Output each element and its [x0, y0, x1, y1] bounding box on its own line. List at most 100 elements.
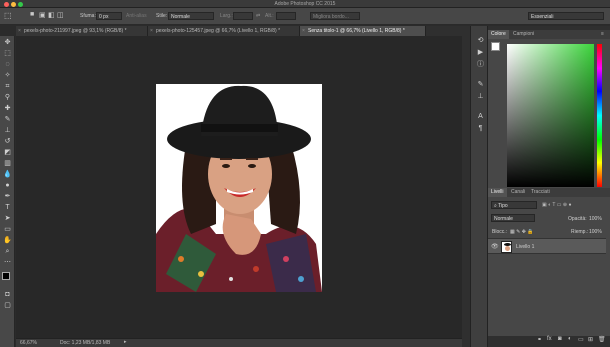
- magic-wand-tool-icon[interactable]: ✧: [3, 71, 12, 80]
- tab-colore[interactable]: Colore: [488, 30, 509, 39]
- new-selection-icon[interactable]: ■: [30, 11, 34, 18]
- hand-tool-icon[interactable]: ✋: [3, 236, 12, 245]
- status-bar: 66,67% Doc: 1,23 MB/1,83 MB ▸: [16, 338, 462, 347]
- tab-label: pexels-photo-211997.jpeg @ 93,1% (RGB/8)…: [24, 28, 127, 34]
- layers-panel: Livelli Canali Tracciati ⌕ Tipo ▣ ◐ T ▭ …: [488, 188, 610, 336]
- character-panel-icon[interactable]: A: [476, 112, 485, 121]
- tab-document-3[interactable]: × Senza titolo-1 @ 66,7% (Livello 1, RGB/…: [300, 26, 426, 36]
- link-layers-icon[interactable]: ⚭: [537, 336, 542, 343]
- actions-panel-icon[interactable]: ▶: [476, 48, 485, 57]
- history-brush-tool-icon[interactable]: ↺: [3, 137, 12, 146]
- new-group-icon[interactable]: ▭: [578, 336, 584, 343]
- portrait-photo: [156, 84, 322, 292]
- fill-input[interactable]: 100%: [589, 229, 602, 235]
- color-picker-field[interactable]: [507, 44, 594, 187]
- healing-brush-tool-icon[interactable]: ✚: [3, 104, 12, 113]
- zoom-level[interactable]: 66,67%: [20, 340, 37, 346]
- lasso-tool-icon[interactable]: ◌: [3, 60, 12, 69]
- lock-icons[interactable]: ▦ ✎ ✥ 🔒: [510, 229, 534, 235]
- crop-tool-icon[interactable]: ⌗: [3, 82, 12, 91]
- document-tabs: × pexels-photo-211997.jpeg @ 93,1% (RGB/8…: [16, 26, 462, 36]
- document-size[interactable]: Doc: 1,23 MB/1,83 MB: [60, 340, 110, 346]
- eraser-tool-icon[interactable]: ◩: [3, 148, 12, 157]
- width-label: Larg.:: [220, 13, 233, 19]
- screen-mode-icon[interactable]: ▢: [3, 301, 12, 310]
- opacity-label: Opacità:: [568, 216, 587, 222]
- path-selection-tool-icon[interactable]: ➤: [3, 214, 12, 223]
- opacity-input[interactable]: 100%: [589, 216, 602, 222]
- layer-filter-value: Tipo: [498, 203, 508, 209]
- history-panel-icon[interactable]: ⟲: [476, 36, 485, 45]
- swap-icon[interactable]: ⇄: [256, 13, 260, 19]
- clone-source-icon[interactable]: ⊥: [476, 92, 485, 101]
- antialias-checkbox-label[interactable]: Anti-alias: [126, 13, 147, 19]
- paragraph-panel-icon[interactable]: ¶: [476, 124, 485, 133]
- move-tool-icon[interactable]: ✥: [3, 38, 12, 47]
- document-canvas[interactable]: [156, 84, 322, 292]
- panel-menu-icon[interactable]: ≡: [598, 30, 607, 39]
- tab-livelli[interactable]: Livelli: [488, 188, 507, 197]
- eyedropper-tool-icon[interactable]: ⚲: [3, 93, 12, 102]
- tools-panel: ✥ ⬚ ◌ ✧ ⌗ ⚲ ✚ ✎ ⊥ ↺ ◩ ▥ 💧 ● ✒ T ➤ ▭ ✋ ⌕ …: [0, 36, 15, 347]
- brush-panel-icon[interactable]: ✎: [476, 80, 485, 89]
- hue-slider[interactable]: [597, 44, 602, 187]
- gradient-tool-icon[interactable]: ▥: [3, 159, 12, 168]
- layer-thumbnail: [501, 241, 512, 253]
- tab-label: pexels-photo-125457.jpeg @ 66,7% (Livell…: [156, 28, 281, 34]
- add-mask-icon[interactable]: ◙: [558, 336, 562, 342]
- width-input[interactable]: [233, 12, 253, 20]
- feather-input[interactable]: 0 px: [96, 12, 122, 20]
- close-tab-icon[interactable]: ×: [302, 26, 305, 36]
- dodge-tool-icon[interactable]: ●: [3, 181, 12, 190]
- workspace-select[interactable]: Essenziali: [528, 12, 604, 20]
- more-tools-icon[interactable]: ⋯: [3, 258, 12, 267]
- brush-tool-icon[interactable]: ✎: [3, 115, 12, 124]
- canvas-area[interactable]: [16, 36, 462, 338]
- close-tab-icon[interactable]: ×: [18, 26, 21, 36]
- marquee-tool-preset-icon[interactable]: ⬚: [4, 11, 12, 20]
- subtract-selection-icon[interactable]: ◧: [48, 11, 55, 19]
- close-tab-icon[interactable]: ×: [150, 26, 153, 36]
- tab-document-1[interactable]: × pexels-photo-211997.jpeg @ 93,1% (RGB/8…: [16, 26, 148, 36]
- status-menu-icon[interactable]: ▸: [124, 339, 127, 345]
- layer-filter-select[interactable]: ⌕ Tipo: [491, 201, 537, 209]
- foreground-color-swatch[interactable]: [2, 272, 10, 280]
- blur-tool-icon[interactable]: 💧: [3, 170, 12, 179]
- tab-document-2[interactable]: × pexels-photo-125457.jpeg @ 66,7% (Livel…: [148, 26, 300, 36]
- refine-edge-button[interactable]: Migliora bordo...: [310, 12, 360, 20]
- app-title: Adobe Photoshop CC 2015: [274, 1, 336, 7]
- style-select[interactable]: Normale: [168, 12, 214, 20]
- add-selection-icon[interactable]: ▣: [39, 11, 46, 19]
- pen-tool-icon[interactable]: ✒: [3, 192, 12, 201]
- style-label: Stile:: [156, 13, 168, 19]
- clone-stamp-tool-icon[interactable]: ⊥: [3, 126, 12, 135]
- visibility-eye-icon[interactable]: 👁: [491, 243, 499, 250]
- layer-filter-icons[interactable]: ▣ ◐ T ▭ ⊕ ●: [542, 202, 572, 208]
- intersect-selection-icon[interactable]: ◫: [57, 11, 64, 19]
- tab-campioni[interactable]: Campioni: [510, 30, 537, 39]
- shape-tool-icon[interactable]: ▭: [3, 225, 12, 234]
- tab-tracciati[interactable]: Tracciati: [528, 188, 553, 197]
- new-layer-icon[interactable]: ⊞: [588, 336, 593, 343]
- delete-layer-icon[interactable]: 🗑: [598, 336, 606, 343]
- layer-name[interactable]: Livello 1: [516, 244, 534, 250]
- lock-label: Blocc.:: [492, 229, 508, 235]
- height-label: Alt.:: [265, 13, 274, 19]
- panel-icon-strip: ⟲ ▶ ⓘ ✎ ⊥ A ¶: [470, 26, 488, 347]
- tab-canali[interactable]: Canali: [508, 188, 528, 197]
- height-input[interactable]: [276, 12, 296, 20]
- info-panel-icon[interactable]: ⓘ: [476, 60, 485, 69]
- adjustment-layer-icon[interactable]: ◐: [568, 336, 572, 342]
- layer-style-icon[interactable]: fx: [547, 336, 552, 342]
- fill-label: Riemp.:: [571, 229, 589, 235]
- options-bar: ⬚ ■ ▣ ◧ ◫ Sfuma: 0 px Anti-alias Stile: …: [0, 8, 610, 25]
- quick-mask-icon[interactable]: ◘: [3, 290, 12, 299]
- feather-label: Sfuma:: [80, 13, 96, 19]
- blend-mode-select[interactable]: Normale: [491, 214, 535, 222]
- type-tool-icon[interactable]: T: [3, 203, 12, 212]
- title-bar: Adobe Photoshop CC 2015: [0, 0, 610, 8]
- panel-foreground-swatch[interactable]: [491, 42, 500, 51]
- marquee-tool-icon[interactable]: ⬚: [3, 49, 12, 58]
- zoom-tool-icon[interactable]: ⌕: [3, 247, 12, 256]
- layer-row[interactable]: 👁 Livello 1: [488, 238, 606, 254]
